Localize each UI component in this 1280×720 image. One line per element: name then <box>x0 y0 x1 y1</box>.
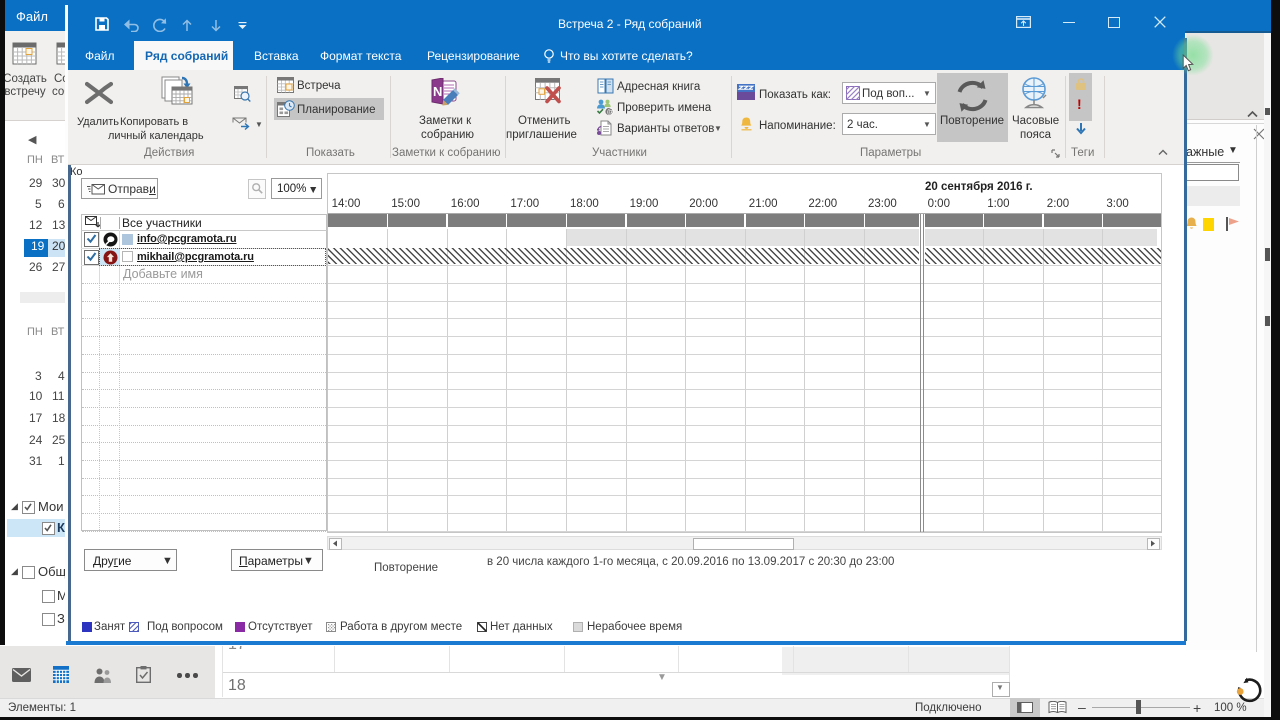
svg-text:N: N <box>433 84 442 99</box>
svg-text:@: @ <box>607 107 614 116</box>
